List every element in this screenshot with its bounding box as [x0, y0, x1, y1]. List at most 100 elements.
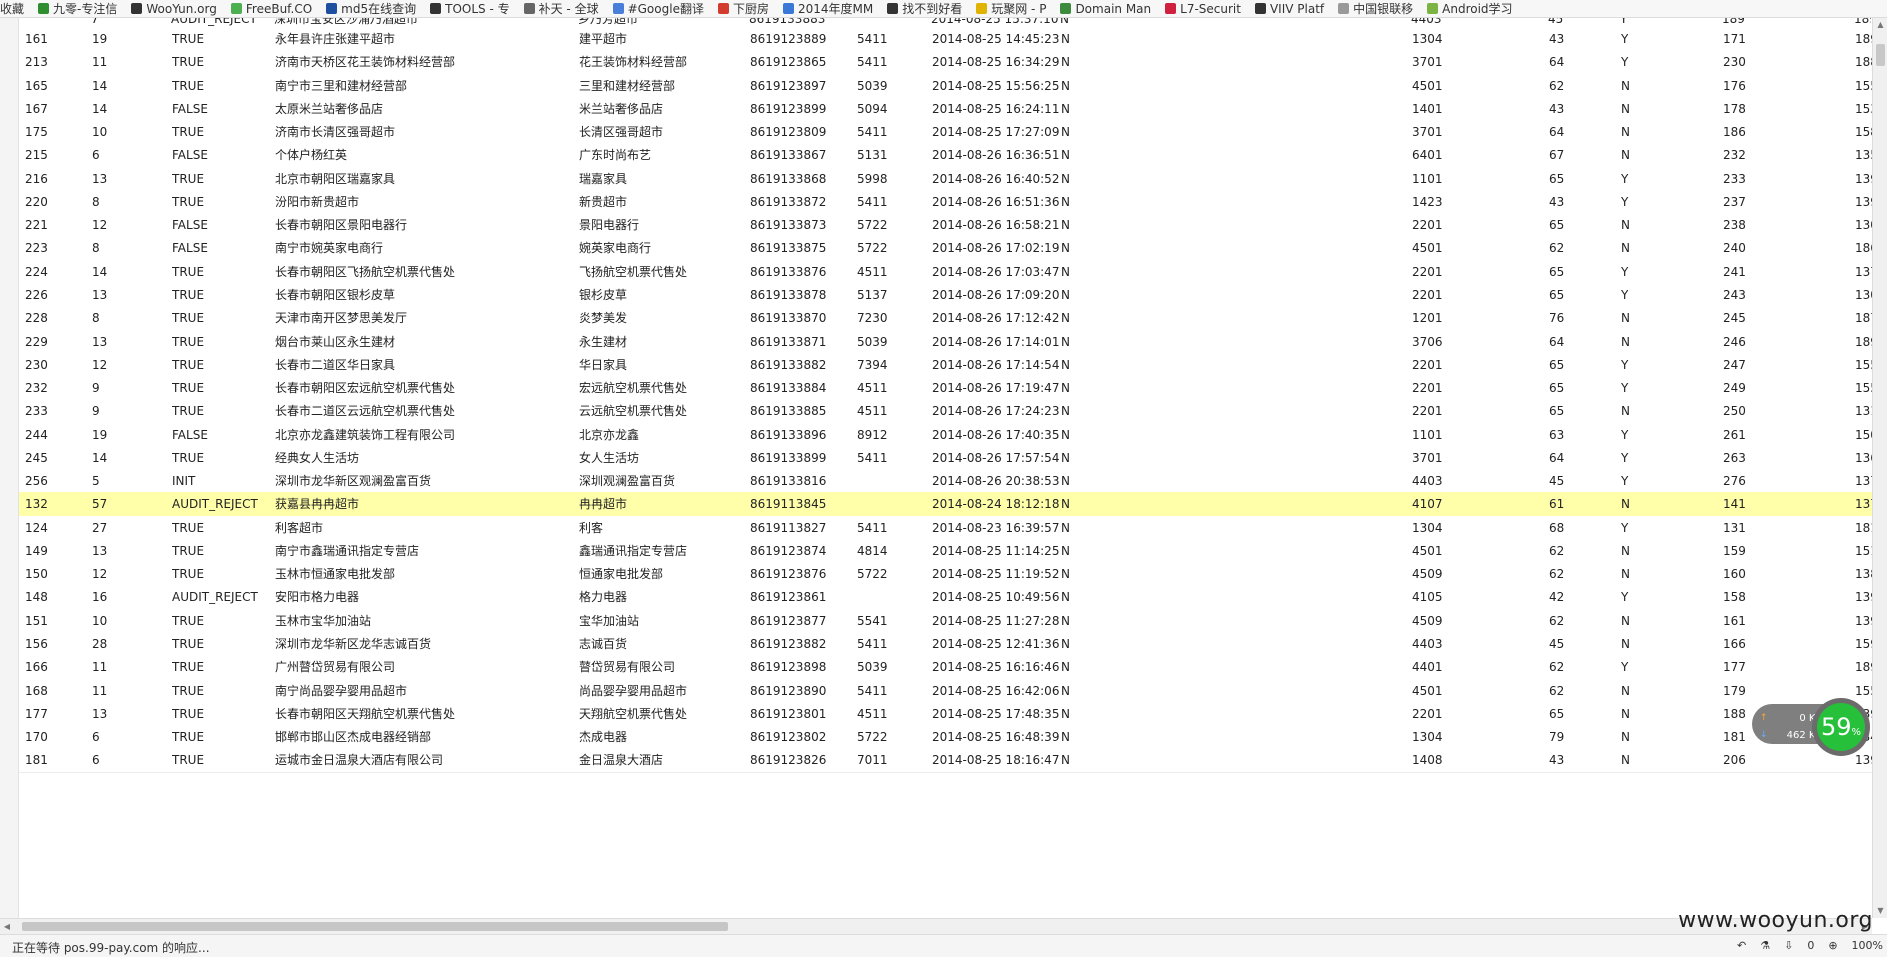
bookmark-item[interactable]: 找不到好看: [887, 0, 962, 17]
table-row[interactable]: 244 19 FALSE 北京亦龙鑫建筑装饰工程有限公司 北京亦龙鑫 8619133896…: [19, 422, 1872, 447]
cell: 3701: [1412, 125, 1443, 140]
horizontal-scroll-thumb[interactable]: [22, 922, 728, 931]
cell: N: [1621, 753, 1630, 768]
download-icon[interactable]: ⇩ 0: [1784, 939, 1814, 952]
cell: Y: [1621, 474, 1629, 489]
table-row[interactable]: 148 16 AUDIT_REJECT 安阳市格力电器 格力电器 8619123861 20…: [19, 585, 1872, 610]
cell: 13: [92, 287, 108, 302]
table-row[interactable]: 216 13 TRUE 北京市朝阳区瑞嘉家具 瑞嘉家具 8619133868 5998 201…: [19, 166, 1872, 191]
bookmark-item[interactable]: L7-Securit: [1165, 2, 1241, 16]
cell: 249: [1723, 381, 1746, 396]
table-row[interactable]: 213 11 TRUE 济南市天桥区花王装饰材料经营部 花王装饰材料经营部 8619123…: [19, 50, 1872, 75]
cell: 124: [25, 520, 48, 535]
table-row[interactable]: 221 12 FALSE 长春市朝阳区景阳电器行 景阳电器行 8619133873 5722…: [19, 213, 1872, 238]
cell: 175: [25, 125, 48, 140]
table-row-highlighted[interactable]: 132 57 AUDIT_REJECT 获嘉县冉冉超市 冉冉超市 8619113845 20…: [19, 492, 1872, 517]
horizontal-scrollbar[interactable]: ◀ ▶: [0, 918, 1872, 934]
undo-icon[interactable]: ↶: [1737, 939, 1746, 952]
upload-arrow-icon: ↑: [1760, 713, 1768, 723]
cell: AUDIT_REJECT: [172, 590, 258, 605]
cell: 186: [1723, 125, 1746, 140]
table-row[interactable]: 181 6 TRUE 运城市金日温泉大酒店有限公司 金日温泉大酒店 8619123826 7…: [19, 748, 1872, 773]
table-row[interactable]: 156 28 TRUE 深圳市龙华新区龙华志诚百货 志诚百货 8619123882 5411…: [19, 632, 1872, 657]
cell: 南宁市鑫瑞通讯指定专营店: [275, 543, 420, 558]
bookmark-item[interactable]: TOOLS - 专: [430, 0, 510, 17]
table-row[interactable]: 175 10 TRUE 济南市长清区强哥超市 长清区强哥超市 8619123809 5411…: [19, 120, 1872, 145]
cpu-gauge[interactable]: 59%: [1812, 698, 1870, 756]
code-icon: [1254, 3, 1266, 14]
scroll-left-arrow-icon[interactable]: ◀: [0, 919, 14, 934]
cell: N: [1621, 613, 1630, 628]
cell: 1201: [1412, 311, 1443, 326]
cell: FALSE: [172, 148, 208, 163]
cell: 28: [92, 637, 108, 652]
table-row[interactable]: 166 11 TRUE 广州瞽岱贸易有限公司 瞽岱贸易有限公司 8619123898 503…: [19, 655, 1872, 680]
table-row[interactable]: 223 8 FALSE 南宁市婉英家电商行 婉英家电商行 8619133875 5722 20…: [19, 236, 1872, 261]
cell: 3706: [1412, 334, 1443, 349]
cell: 安阳市格力电器: [275, 590, 360, 605]
table-row[interactable]: 232 9 TRUE 长春市朝阳区宏远航空机票代售处 宏远航空机票代售处 86191338…: [19, 376, 1872, 401]
cell: 8619133872: [750, 194, 827, 209]
bookmark-item[interactable]: 2014年度MM: [782, 0, 873, 17]
table-row[interactable]: 229 13 TRUE 烟台市莱山区永生建材 永生建材 8619133871 5039 201…: [19, 329, 1872, 354]
bookmark-item[interactable]: 中国银联移: [1338, 0, 1413, 17]
table-row[interactable]: 230 12 TRUE 长春市二道区华日家具 华日家具 8619133882 7394 201…: [19, 352, 1872, 378]
table-row[interactable]: 149 13 TRUE 南宁市鑫瑞通讯指定专营店 鑫瑞通讯指定专营店 8619123874…: [19, 538, 1872, 564]
bookmark-item[interactable]: 九零-专注信: [38, 0, 117, 17]
bookmark-item[interactable]: FreeBuf.CO: [230, 2, 312, 16]
cell: 北京市朝阳区瑞嘉家具: [275, 171, 396, 186]
bookmark-item[interactable]: 下厨房: [717, 0, 769, 17]
cell: 2014-08-26 17:02:19: [932, 241, 1060, 256]
network-speed-widget[interactable]: ↑ 0 K/s ↓ 462 K/s 59%: [1752, 698, 1870, 756]
zoom-icon[interactable]: ⊕: [1828, 939, 1837, 952]
table-row[interactable]: 124 27 TRUE 利客超市 利客 8619113827 5411 2014-08-23 …: [19, 515, 1872, 540]
vertical-scroll-thumb[interactable]: [1876, 44, 1885, 66]
cell: N: [1061, 683, 1070, 698]
bookmark-item[interactable]: VIIV Platf: [1254, 2, 1324, 16]
table-row[interactable]: 220 8 TRUE 汾阳市新贵超市 新贵超市 8619133872 5411 2014-08…: [19, 189, 1872, 215]
cell: 2014-08-26 16:58:21: [932, 218, 1060, 233]
bookmark-item[interactable]: WooYun.org: [131, 2, 217, 16]
bookmark-item[interactable]: 收藏: [0, 0, 24, 17]
bookmark-item[interactable]: md5在线查询: [326, 0, 416, 17]
table-row[interactable]: 224 14 TRUE 长春市朝阳区飞扬航空机票代售处 飞扬航空机票代售处 8619133…: [19, 259, 1872, 284]
table-row[interactable]: 245 14 TRUE 经典女人生活坊 女人生活坊 8619133899 5411 2014-…: [19, 445, 1872, 471]
table-row[interactable]: 168 11 TRUE 南宁尚品婴孕婴用品超市 尚品婴孕婴用品超市 8619123890 5…: [19, 678, 1872, 703]
flask-icon[interactable]: ⚗: [1760, 939, 1770, 952]
bookmark-item[interactable]: 补天 - 全球: [523, 0, 599, 17]
table-row[interactable]: 151 10 TRUE 玉林市宝华加油站 宝华加油站 8619123877 5541 2014…: [19, 608, 1872, 634]
vertical-scrollbar[interactable]: ▲ ▼: [1872, 18, 1887, 918]
cell: 1366: [1855, 450, 1872, 465]
scroll-down-arrow-icon[interactable]: ▼: [1873, 904, 1887, 918]
cell: N: [1061, 730, 1070, 745]
cell: 8619123890: [750, 683, 827, 698]
cell: 232: [25, 381, 48, 396]
bookmark-label: L7-Securit: [1180, 1, 1241, 16]
bookmark-item[interactable]: Android学习: [1427, 0, 1513, 17]
scroll-up-arrow-icon[interactable]: ▲: [1873, 18, 1887, 32]
table-row[interactable]: 165 14 TRUE 南宁市三里和建材经营部 三里和建材经营部 8619123897 50…: [19, 73, 1872, 98]
cell: 5039: [857, 660, 888, 675]
bookmark-item[interactable]: #Google翻译: [612, 0, 704, 17]
cell: N: [1061, 637, 1070, 652]
bookmark-item[interactable]: 玩聚网 - P: [976, 0, 1046, 17]
table-row[interactable]: 170 6 TRUE 邯郸市邯山区杰成电器经销部 杰成电器 8619123802 5722 2…: [19, 725, 1872, 750]
cell: 206: [1723, 753, 1746, 768]
table-row[interactable]: 161 19 TRUE 永年县许庄张建平超市 建平超市 8619123889 5411 201…: [19, 27, 1872, 52]
table-row[interactable]: 233 9 TRUE 长春市二道区云远航空机票代售处 云远航空机票代售处 86191338…: [19, 399, 1872, 424]
cell: 224: [25, 264, 48, 279]
table-row[interactable]: 150 12 TRUE 玉林市恒通家电批发部 恒通家电批发部 8619123876 5722…: [19, 562, 1872, 587]
cell: 62: [1549, 660, 1565, 675]
zoom-level[interactable]: 100%: [1852, 939, 1883, 952]
bookmark-label: #Google翻译: [627, 2, 704, 16]
table-row[interactable]: 167 14 FALSE 太原米兰站奢侈品店 米兰站奢侈品店 8619123899 5094…: [19, 96, 1872, 122]
cell: 178: [1723, 101, 1746, 116]
bookmark-item[interactable]: Domain Man: [1060, 2, 1151, 16]
table-row[interactable]: 215 6 FALSE 个体户杨红英 广东时尚布艺 8619133867 5131 2014-…: [19, 143, 1872, 168]
table-row[interactable]: 256 5 INIT 深圳市龙华新区观澜盈富百货 深圳观澜盈富百货 8619133816 2…: [19, 469, 1872, 494]
cell: 2014-08-25 11:14:25: [932, 543, 1060, 558]
table-row[interactable]: 226 13 TRUE 长春市朝阳区银杉皮草 银杉皮草 8619133878 5137 201…: [19, 282, 1872, 308]
table-row[interactable]: 177 13 TRUE 长春市朝阳区天翔航空机票代售处 天翔航空机票代售处 8619123…: [19, 701, 1872, 727]
table-row[interactable]: 228 8 TRUE 天津市南开区梦思美发厅 炎梦美发 8619133870 7230 201…: [19, 306, 1872, 331]
cell: Y: [1620, 18, 1628, 26]
